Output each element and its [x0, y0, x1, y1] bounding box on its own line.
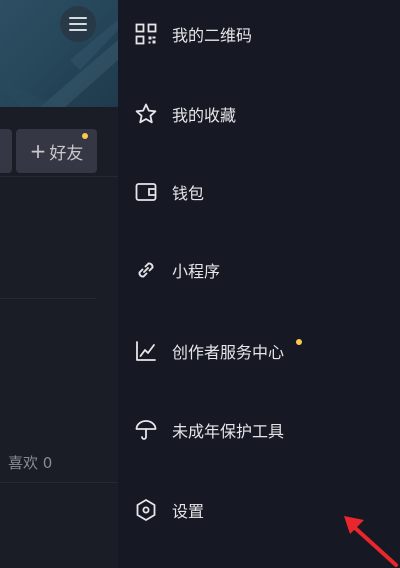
menu-item-label: 未成年保护工具 — [172, 422, 285, 441]
chart-icon — [134, 339, 158, 363]
qr-code-icon — [134, 22, 158, 46]
divider — [0, 176, 118, 177]
profile-cover-image — [0, 0, 118, 107]
menu-item-creator-center[interactable]: 创作者服务中心 — [118, 321, 400, 381]
menu-item-favorites[interactable]: 我的收藏 — [118, 84, 400, 144]
menu-item-label: 我的二维码 — [172, 26, 253, 45]
add-friend-badge — [82, 133, 88, 139]
edit-profile-button[interactable] — [0, 129, 12, 173]
menu-item-label: 我的收藏 — [172, 106, 237, 125]
divider — [0, 298, 96, 299]
star-icon — [134, 102, 158, 126]
plus-icon: + — [29, 139, 47, 163]
creator-center-badge — [296, 339, 302, 345]
menu-item-qr-code[interactable]: 我的二维码 — [118, 4, 400, 64]
hamburger-icon — [69, 17, 87, 31]
menu-item-label: 小程序 — [172, 262, 221, 281]
settings-hexagon-icon — [134, 498, 158, 522]
menu-item-minor-protection[interactable]: 未成年保护工具 — [118, 400, 400, 460]
menu-item-mini-programs[interactable]: 小程序 — [118, 240, 400, 300]
profile-background[interactable]: + 好友 喜欢 0 — [0, 0, 118, 568]
menu-item-label: 钱包 — [172, 184, 205, 203]
annotation-arrow-icon — [344, 516, 398, 567]
link-icon — [134, 258, 158, 282]
side-drawer-menu: 我的二维码 我的收藏 钱包 小程序 创作者服务中心 未成年保护工具 设置 — [118, 0, 400, 568]
add-friend-label: 好友 — [49, 143, 84, 164]
divider — [0, 482, 118, 483]
menu-item-label: 设置 — [172, 502, 205, 521]
menu-item-label: 创作者服务中心 — [172, 343, 285, 362]
likes-tab[interactable]: 喜欢 0 — [8, 452, 52, 473]
umbrella-icon — [134, 418, 158, 442]
menu-item-wallet[interactable]: 钱包 — [118, 162, 400, 222]
menu-button[interactable] — [60, 6, 96, 42]
wallet-icon — [134, 180, 158, 204]
screen: + 好友 喜欢 0 我的二维码 我的收藏 钱包 小程序 创作者服务中心 未成年保… — [0, 0, 400, 568]
